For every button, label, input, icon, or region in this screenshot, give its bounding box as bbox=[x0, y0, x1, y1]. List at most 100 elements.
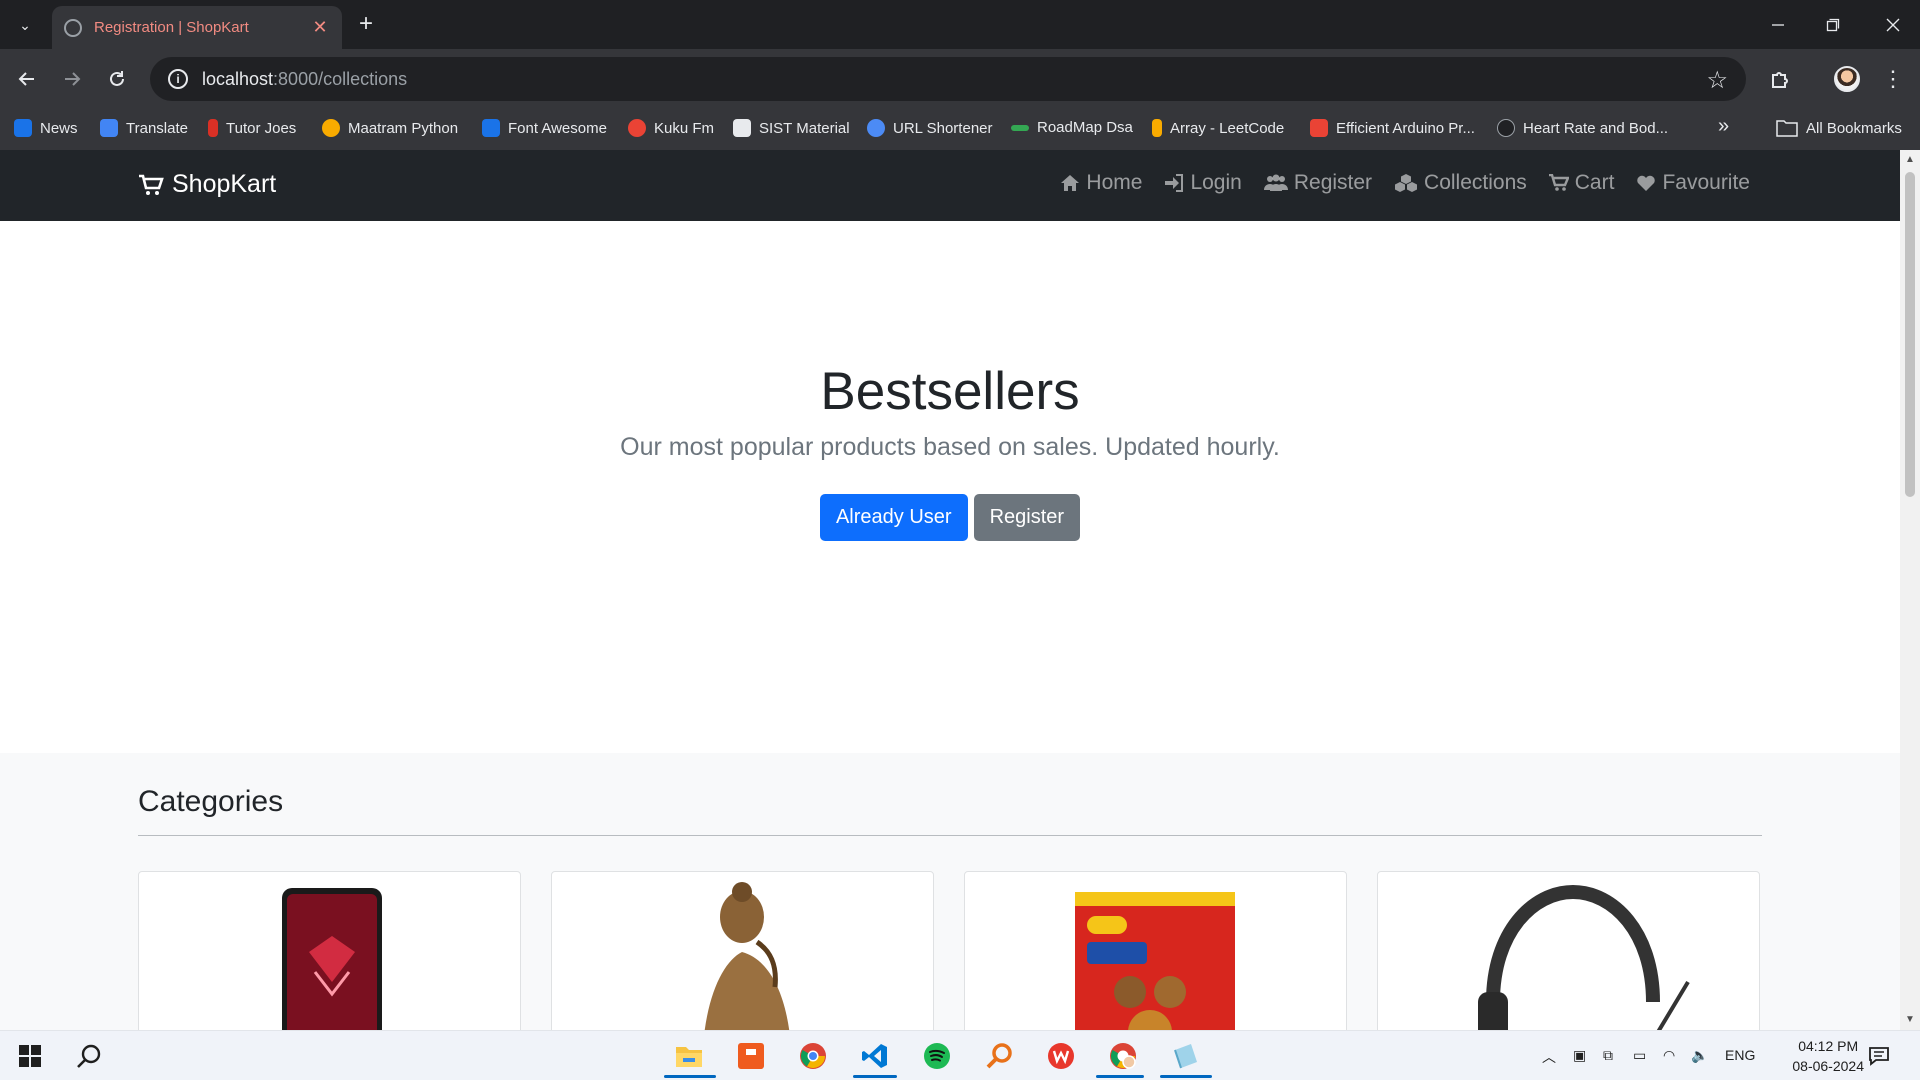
news-icon bbox=[14, 119, 32, 137]
forward-button[interactable] bbox=[56, 63, 88, 95]
bookmark-translate[interactable]: Translate bbox=[100, 119, 188, 137]
notepad-icon bbox=[1174, 1044, 1197, 1069]
globe-icon bbox=[64, 18, 82, 37]
more-bookmarks-button[interactable]: » bbox=[1718, 115, 1729, 138]
spotify-app[interactable] bbox=[920, 1039, 954, 1073]
chat-bubble-icon bbox=[1869, 1047, 1889, 1066]
site-navbar: ShopKart Home Login Register Collections… bbox=[0, 150, 1900, 221]
new-tab-button[interactable]: + bbox=[352, 10, 380, 38]
extensions-button[interactable] bbox=[1764, 63, 1796, 95]
chrome-icon bbox=[800, 1043, 826, 1069]
nav-collections[interactable]: Collections bbox=[1394, 171, 1527, 195]
search-button[interactable] bbox=[72, 1039, 106, 1073]
bookmark-roadmap-dsa[interactable]: RoadMap Dsa bbox=[1011, 119, 1133, 136]
meet-now-icon[interactable]: ▣ bbox=[1573, 1047, 1586, 1064]
spotify-icon bbox=[924, 1043, 950, 1069]
address-bar[interactable]: i localhost:8000/collections ☆ bbox=[150, 57, 1746, 101]
battery-icon[interactable]: ▭ bbox=[1633, 1047, 1646, 1064]
category-card[interactable] bbox=[138, 871, 521, 1030]
close-window-button[interactable] bbox=[1865, 0, 1920, 49]
chrome-profile-icon bbox=[1110, 1043, 1136, 1069]
bookmark-url-shortener[interactable]: URL Shortener bbox=[867, 119, 993, 137]
tutor-joes-icon bbox=[208, 119, 218, 137]
users-icon bbox=[1263, 174, 1288, 191]
tab-search-button[interactable]: ⌄ bbox=[10, 12, 40, 38]
file-explorer-app[interactable] bbox=[672, 1039, 706, 1073]
nav-cart[interactable]: Cart bbox=[1548, 171, 1614, 195]
brand-link[interactable]: ShopKart bbox=[138, 170, 276, 199]
wifi-icon[interactable]: ◠ bbox=[1663, 1047, 1675, 1064]
bookmark-efficient-arduino[interactable]: Efficient Arduino Pr... bbox=[1310, 119, 1475, 137]
wps-office-app[interactable] bbox=[1044, 1039, 1078, 1073]
restore-icon bbox=[1826, 18, 1839, 31]
arrow-right-icon bbox=[65, 72, 81, 86]
heart-icon bbox=[1637, 175, 1656, 191]
hero-subtitle: Our most popular products based on sales… bbox=[620, 433, 1280, 461]
nav-favourite[interactable]: Favourite bbox=[1636, 171, 1750, 195]
chrome-app[interactable] bbox=[796, 1039, 830, 1073]
cubes-icon bbox=[1395, 174, 1418, 192]
heart-rate-icon bbox=[1497, 119, 1515, 137]
url-host: localhost bbox=[202, 68, 274, 89]
category-card[interactable] bbox=[964, 871, 1347, 1030]
scroll-down-arrow-icon[interactable]: ▼ bbox=[1904, 1014, 1916, 1026]
cart-icon bbox=[1548, 174, 1569, 191]
browser-tab-bar: ⌄ Registration | ShopKart ✕ + bbox=[0, 0, 1920, 49]
pdf-icon bbox=[1310, 119, 1328, 137]
nav-home[interactable]: Home bbox=[1060, 171, 1142, 195]
nav-register[interactable]: Register bbox=[1263, 171, 1372, 195]
roadmap-icon bbox=[1011, 124, 1029, 131]
volume-icon[interactable]: 🔈 bbox=[1691, 1047, 1708, 1064]
puzzle-icon bbox=[1772, 72, 1788, 88]
reader-icon bbox=[738, 1043, 764, 1069]
pdf-reader-app[interactable] bbox=[734, 1039, 768, 1073]
url-path: :8000/collections bbox=[273, 68, 408, 89]
bookmark-news[interactable]: News bbox=[14, 119, 78, 137]
profile-button[interactable] bbox=[1831, 63, 1863, 95]
tray-chevron-up-icon[interactable]: ︿ bbox=[1542, 1047, 1556, 1067]
hero-title: Bestsellers bbox=[820, 362, 1080, 421]
bookmark-sist-material[interactable]: SIST Material bbox=[733, 119, 850, 137]
chrome-profile-app[interactable] bbox=[1106, 1039, 1140, 1073]
back-button[interactable] bbox=[11, 63, 43, 95]
bookmark-star-icon[interactable]: ☆ bbox=[1706, 66, 1728, 95]
display-icon[interactable]: ⧉ bbox=[1603, 1047, 1613, 1064]
scroll-up-arrow-icon[interactable]: ▲ bbox=[1904, 154, 1916, 166]
windows-taskbar: ︿ ▣ ⧉ ▭ ◠ 🔈 ENG 04:12 PM 08-06-2024 bbox=[0, 1030, 1920, 1080]
leetcode-icon bbox=[1152, 119, 1162, 137]
notification-center-button[interactable] bbox=[1862, 1039, 1896, 1073]
minimize-button[interactable] bbox=[1750, 0, 1805, 49]
bookmark-font-awesome[interactable]: Font Awesome bbox=[482, 119, 607, 137]
bookmark-heart-rate[interactable]: Heart Rate and Bod... bbox=[1497, 119, 1668, 137]
nav-login[interactable]: Login bbox=[1164, 171, 1242, 195]
reload-button[interactable] bbox=[101, 63, 133, 95]
notepad-app[interactable] bbox=[1168, 1039, 1202, 1073]
vscode-app[interactable] bbox=[858, 1039, 892, 1073]
folder-icon bbox=[676, 1047, 702, 1067]
clock-date: 08-06-2024 bbox=[1792, 1058, 1864, 1074]
bookmark-array-leetcode[interactable]: Array - LeetCode bbox=[1152, 119, 1284, 137]
categories-title: Categories bbox=[138, 785, 284, 818]
bookmark-kuku-fm[interactable]: Kuku Fm bbox=[628, 119, 714, 137]
page-scrollbar[interactable]: ▲ ▼ bbox=[1900, 150, 1920, 1030]
system-clock[interactable]: 04:12 PM 08-06-2024 bbox=[1792, 1036, 1864, 1076]
search-tool-app[interactable] bbox=[982, 1039, 1016, 1073]
category-card[interactable] bbox=[1377, 871, 1760, 1030]
active-app-indicator bbox=[664, 1075, 716, 1078]
scrollbar-thumb[interactable] bbox=[1905, 172, 1915, 497]
all-bookmarks-button[interactable]: All Bookmarks bbox=[1776, 119, 1902, 137]
language-indicator[interactable]: ENG bbox=[1725, 1047, 1755, 1063]
already-user-button[interactable]: Already User bbox=[819, 494, 968, 541]
vscode-icon bbox=[862, 1044, 887, 1068]
browser-menu-button[interactable]: ⋮ bbox=[1877, 63, 1909, 95]
search-icon bbox=[77, 1044, 101, 1068]
site-info-icon[interactable]: i bbox=[168, 69, 188, 89]
category-card[interactable] bbox=[551, 871, 934, 1030]
restore-button[interactable] bbox=[1805, 0, 1860, 49]
close-tab-button[interactable]: ✕ bbox=[310, 17, 330, 38]
browser-tab[interactable]: Registration | ShopKart ✕ bbox=[52, 6, 342, 49]
bookmark-tutor-joes[interactable]: Tutor Joes bbox=[208, 119, 296, 137]
bookmark-maatram-python[interactable]: Maatram Python bbox=[322, 119, 458, 137]
start-button[interactable] bbox=[13, 1039, 47, 1073]
register-button[interactable]: Register bbox=[973, 494, 1081, 541]
